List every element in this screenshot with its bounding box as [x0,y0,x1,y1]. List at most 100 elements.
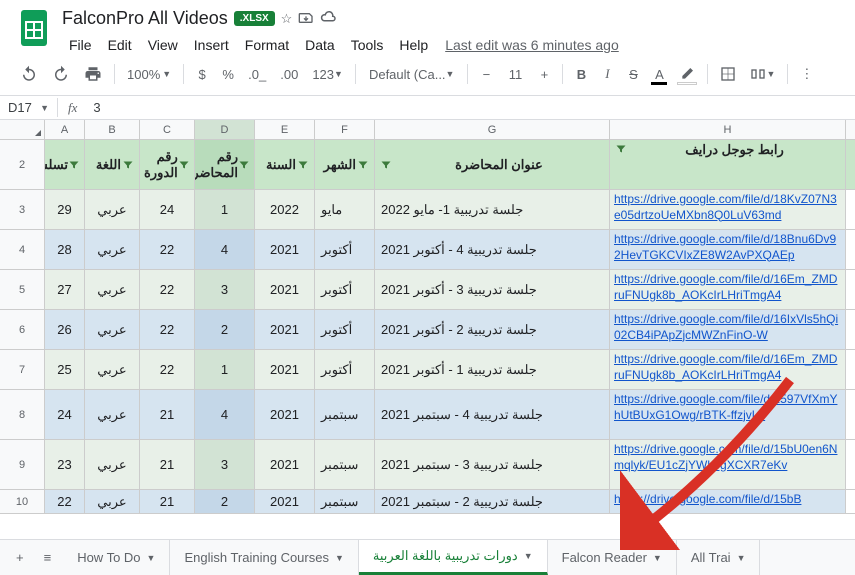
undo-button[interactable] [14,61,44,87]
filter-icon[interactable] [178,158,190,172]
cell-E9[interactable]: 2021 [255,440,315,489]
italic-button[interactable]: I [595,61,619,87]
drive-link[interactable]: https://drive.google.com/file/d/15bB [614,492,801,508]
header-cell-E[interactable]: السنة [255,140,315,189]
cell-G3[interactable]: جلسة تدريبية 1- مايو 2022 [375,190,610,229]
tab-menu-icon[interactable]: ▼ [335,553,344,563]
header-cell-C[interactable]: رقم الدورة [140,140,195,189]
menu-data[interactable]: Data [298,33,342,57]
cell-H5[interactable]: https://drive.google.com/file/d/16Em_ZMD… [610,270,846,309]
row-header-8[interactable]: 8 [0,390,45,439]
cell-G7[interactable]: جلسة تدريبية 1 - أكتوبر 2021 [375,350,610,389]
cell-A9[interactable]: 23 [45,440,85,489]
cell-H4[interactable]: https://drive.google.com/file/d/18Bnu6Dv… [610,230,846,269]
font-size-decrease[interactable]: − [474,61,498,87]
row-header-5[interactable]: 5 [0,270,45,309]
cell-F3[interactable]: مايو [315,190,375,229]
drive-link[interactable]: https://drive.google.com/file/d/16Em_ZMD… [614,272,841,303]
cell-H7[interactable]: https://drive.google.com/file/d/16Em_ZMD… [610,350,846,389]
strike-button[interactable]: S [621,61,645,87]
cell-F7[interactable]: أكتوبر [315,350,375,389]
bold-button[interactable]: B [569,61,593,87]
cell-D3[interactable]: 1 [195,190,255,229]
filter-icon[interactable] [238,158,250,172]
row-header-4[interactable]: 4 [0,230,45,269]
borders-button[interactable] [714,61,742,87]
cell-C5[interactable]: 22 [140,270,195,309]
sheet-tab-2[interactable]: دورات تدريبية باللغة العربية ▼ [359,540,548,575]
tab-menu-icon[interactable]: ▼ [147,553,156,563]
cell-C10[interactable]: 21 [140,490,195,513]
merge-button[interactable]: ▼ [744,61,781,87]
filter-icon[interactable] [296,158,310,172]
cell-E8[interactable]: 2021 [255,390,315,439]
filter-icon[interactable] [379,158,393,172]
menu-insert[interactable]: Insert [187,33,236,57]
cell-B8[interactable]: عربي [85,390,140,439]
cell-G4[interactable]: جلسة تدريبية 4 - أكتوبر 2021 [375,230,610,269]
col-header-F[interactable]: F [315,120,375,139]
cell-E7[interactable]: 2021 [255,350,315,389]
cell-F6[interactable]: أكتوبر [315,310,375,349]
all-sheets-button[interactable]: ≡ [36,544,60,571]
tab-menu-icon[interactable]: ▼ [524,551,533,561]
cell-C7[interactable]: 22 [140,350,195,389]
font-size-increase[interactable]: + [532,61,556,87]
cell-B7[interactable]: عربي [85,350,140,389]
zoom-select[interactable]: 100% ▼ [121,61,177,87]
tab-menu-icon[interactable]: ▼ [737,553,746,563]
star-icon[interactable]: ☆ [281,11,293,27]
menu-help[interactable]: Help [392,33,435,57]
name-box[interactable]: D17▼ [0,98,58,117]
doc-title[interactable]: FalconPro All Videos [62,8,228,29]
drive-link[interactable]: https://drive.google.com/file/d/15bU0en6… [614,442,841,473]
font-select[interactable]: Default (Ca... ▼ [362,61,462,87]
col-header-E[interactable]: E [255,120,315,139]
cell-F8[interactable]: سبتمبر [315,390,375,439]
header-cell-G[interactable]: عنوان المحاضرة [375,140,610,189]
col-header-B[interactable]: B [85,120,140,139]
print-button[interactable] [78,61,108,87]
cell-H3[interactable]: https://drive.google.com/file/d/18KvZ07N… [610,190,846,229]
cell-G8[interactable]: جلسة تدريبية 4 - سبتمبر 2021 [375,390,610,439]
header-cell-H[interactable]: رابط جوجل درايف [610,140,846,189]
sheet-tab-1[interactable]: English Training Courses ▼ [170,540,358,575]
sheet-tab-0[interactable]: How To Do ▼ [63,540,170,575]
cell-D6[interactable]: 2 [195,310,255,349]
sheet-tab-3[interactable]: Falcon Reader ▼ [548,540,677,575]
fill-color-button[interactable] [673,61,701,87]
row-header-10[interactable]: 10 [0,490,45,513]
cell-D10[interactable]: 2 [195,490,255,513]
menu-view[interactable]: View [141,33,185,57]
cell-D5[interactable]: 3 [195,270,255,309]
cell-A6[interactable]: 26 [45,310,85,349]
drive-link[interactable]: https://drive.google.com/file/d/18Bnu6Dv… [614,232,841,263]
col-header-G[interactable]: G [375,120,610,139]
sheet-tab-4[interactable]: All Trai ▼ [677,540,761,575]
menu-format[interactable]: Format [238,33,296,57]
row-header-2[interactable]: 2 [0,140,45,189]
cell-B6[interactable]: عربي [85,310,140,349]
menu-file[interactable]: File [62,33,99,57]
cell-G10[interactable]: جلسة تدريبية 2 - سبتمبر 2021 [375,490,610,513]
cell-C4[interactable]: 22 [140,230,195,269]
cell-C9[interactable]: 21 [140,440,195,489]
add-sheet-button[interactable]: + [8,544,32,571]
col-header-D[interactable]: D [195,120,255,139]
drive-link[interactable]: https://drive.google.com/file/d/16Em_ZMD… [614,352,841,383]
more-toolbar-button[interactable]: ⋮ [794,61,819,87]
col-header-C[interactable]: C [140,120,195,139]
decrease-decimal-button[interactable]: .0_ [242,61,272,87]
cell-E6[interactable]: 2021 [255,310,315,349]
cell-B3[interactable]: عربي [85,190,140,229]
header-cell-B[interactable]: اللغة [85,140,140,189]
cell-C3[interactable]: 24 [140,190,195,229]
cell-F9[interactable]: سبتمبر [315,440,375,489]
cell-B9[interactable]: عربي [85,440,140,489]
menu-edit[interactable]: Edit [101,33,139,57]
row-header-3[interactable]: 3 [0,190,45,229]
cell-E3[interactable]: 2022 [255,190,315,229]
cell-E10[interactable]: 2021 [255,490,315,513]
cell-A5[interactable]: 27 [45,270,85,309]
cloud-icon[interactable] [320,10,338,27]
